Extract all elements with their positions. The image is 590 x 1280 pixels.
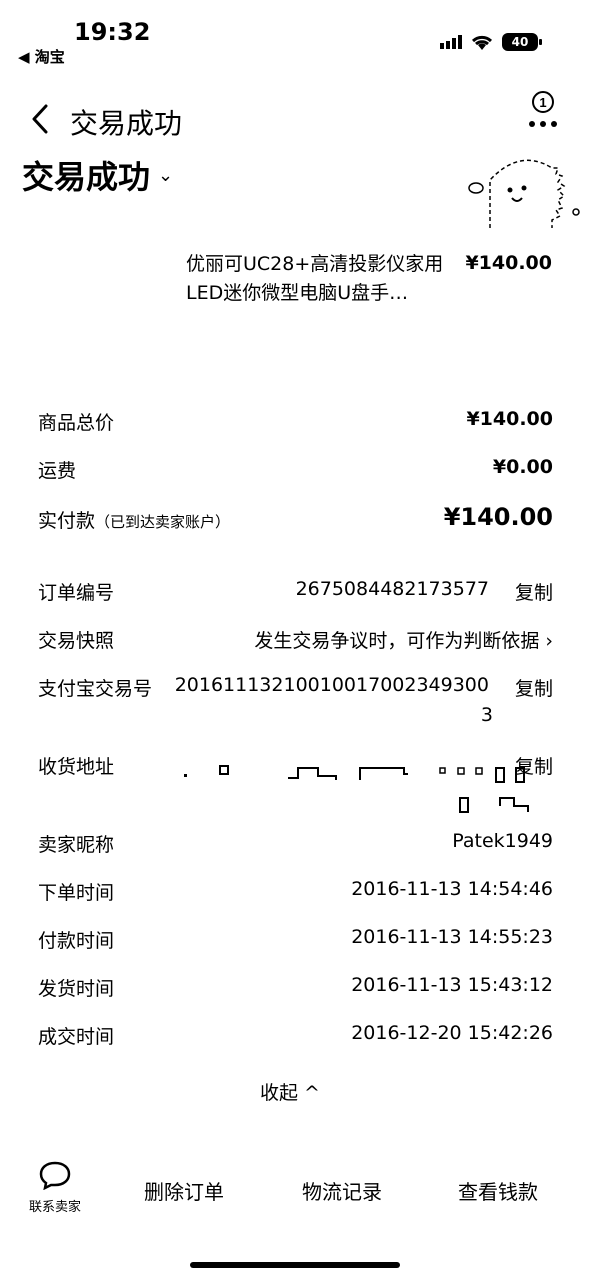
nav-title: 交易成功	[70, 107, 183, 140]
ship-time-label: 发货时间	[38, 978, 115, 1000]
chevron-down-icon: ⌄	[158, 164, 174, 186]
product-price: ¥140.00	[465, 252, 552, 274]
wifi-icon	[471, 35, 493, 50]
contact-seller-label: 联系卖家	[28, 1200, 81, 1215]
ship-time-row: 发货时间 2016-11-13 15:43:12	[38, 974, 553, 1004]
goods-total-label: 商品总价	[38, 412, 115, 434]
delete-order-button[interactable]: 删除订单	[144, 1176, 224, 1205]
collapse-button[interactable]: 收起 ^	[260, 1078, 320, 1105]
chat-bubble-icon	[39, 1161, 71, 1191]
home-indicator[interactable]	[190, 1262, 400, 1268]
copy-order-number-button[interactable]: 复制	[515, 578, 553, 605]
pay-time-label: 付款时间	[38, 930, 115, 952]
product-name[interactable]: 优丽可UC28+高清投影仪家用LED迷你微型电脑U盘手…	[186, 250, 456, 308]
alipay-number-label: 支付宝交易号	[38, 678, 153, 700]
shipping-row: 运费 ¥0.00	[38, 456, 553, 486]
copy-address-button[interactable]: 复制	[515, 752, 553, 779]
paid-row: 实付款（已到达卖家账户） ¥140.00	[38, 503, 553, 536]
order-time-label: 下单时间	[38, 882, 115, 904]
order-status-text: 交易成功	[22, 158, 151, 196]
battery-icon: 40	[502, 33, 542, 51]
contact-seller-button[interactable]: 联系卖家	[22, 1160, 88, 1215]
svg-text:1: 1	[539, 95, 546, 110]
deal-time-label: 成交时间	[38, 1026, 115, 1048]
snapshot-label: 交易快照	[38, 630, 115, 652]
ship-time-value: 2016-11-13 15:43:12	[351, 974, 553, 996]
redacted-address	[184, 765, 529, 813]
copy-alipay-number-button[interactable]: 复制	[515, 674, 553, 701]
order-time-value: 2016-11-13 14:54:46	[351, 878, 553, 900]
logistics-button[interactable]: 物流记录	[302, 1176, 382, 1205]
mascot-illustration	[468, 159, 580, 228]
address-row: 收货地址 复制	[38, 752, 553, 816]
more-menu-icon[interactable]: 1	[526, 90, 560, 130]
goods-total-row: 商品总价 ¥140.00	[38, 408, 553, 438]
status-time: 19:32	[74, 18, 151, 46]
status-bar: 19:32 ◀ 淘宝 40	[0, 0, 590, 70]
order-time-row: 下单时间 2016-11-13 14:54:46	[38, 878, 553, 908]
signal-icon	[440, 35, 462, 49]
bottom-action-bar: 联系卖家 删除订单 物流记录 查看钱款	[0, 1160, 590, 1220]
seller-label: 卖家昵称	[38, 834, 115, 856]
address-label: 收货地址	[38, 756, 115, 778]
nav-bar: 交易成功	[0, 96, 590, 148]
back-arrow-icon[interactable]	[26, 102, 56, 136]
paid-label: 实付款	[38, 510, 96, 532]
paid-note: （已到达卖家账户）	[95, 513, 231, 531]
deal-time-row: 成交时间 2016-12-20 15:42:26	[38, 1022, 553, 1052]
pay-time-value: 2016-11-13 14:55:23	[351, 926, 553, 948]
order-number-label: 订单编号	[38, 582, 115, 604]
back-to-app-link[interactable]: ◀ 淘宝	[18, 46, 65, 67]
status-icons: 40	[440, 33, 542, 51]
shipping-value: ¥0.00	[492, 456, 553, 478]
snapshot-row[interactable]: 交易快照 发生交易争议时，可作为判断依据 ›	[38, 626, 553, 656]
alipay-number-row: 支付宝交易号 20161113210010017002349300 3 复制	[38, 674, 553, 734]
snapshot-value[interactable]: 发生交易争议时，可作为判断依据 ›	[254, 626, 553, 653]
order-number-value: 2675084482173577	[295, 578, 489, 600]
seller-row: 卖家昵称 Patek1949	[38, 830, 553, 860]
paid-value: ¥140.00	[443, 503, 553, 531]
deal-time-value: 2016-12-20 15:42:26	[351, 1022, 553, 1044]
shipping-label: 运费	[38, 460, 77, 482]
view-money-button[interactable]: 查看钱款	[458, 1176, 538, 1205]
seller-value: Patek1949	[452, 830, 553, 852]
order-status-title[interactable]: 交易成功 ⌄	[22, 152, 173, 198]
alipay-number-value: 20161113210010017002349300	[174, 674, 489, 696]
alipay-number-tail: 3	[480, 704, 493, 726]
goods-total-value: ¥140.00	[466, 408, 553, 430]
pay-time-row: 付款时间 2016-11-13 14:55:23	[38, 926, 553, 956]
order-number-row: 订单编号 2675084482173577 复制	[38, 578, 553, 608]
